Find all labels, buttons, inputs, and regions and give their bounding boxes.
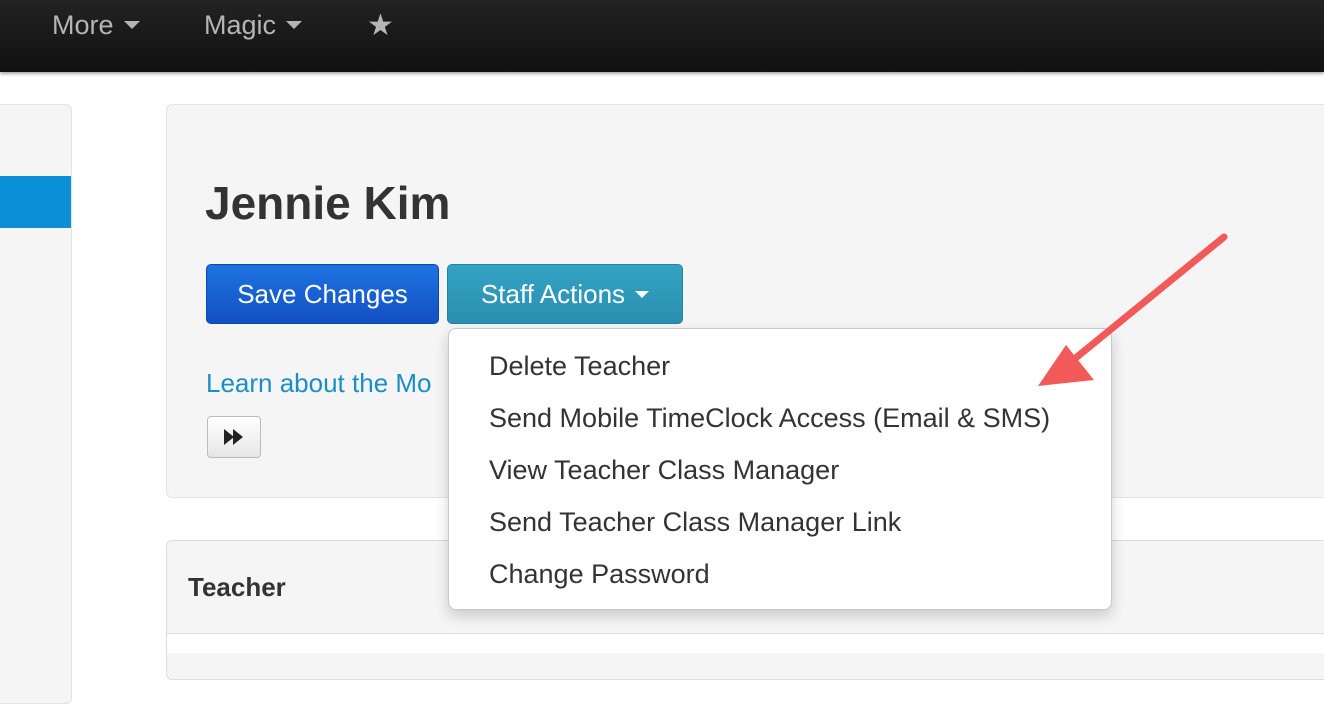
page-title: Jennie Kim <box>205 177 451 229</box>
nav-more-menu[interactable]: More <box>52 0 140 50</box>
star-icon[interactable]: ★ <box>367 0 394 50</box>
nav-magic-menu[interactable]: Magic <box>204 0 303 50</box>
menu-item-send-class-manager-link[interactable]: Send Teacher Class Manager Link <box>489 507 901 538</box>
fast-forward-icon <box>224 429 243 445</box>
menu-item-delete-teacher[interactable]: Delete Teacher <box>489 351 670 382</box>
nav-more-label: More <box>52 9 114 40</box>
top-navbar: More Magic ★ <box>0 0 1324 72</box>
caret-down-icon <box>286 21 303 29</box>
fast-forward-button[interactable] <box>207 416 261 458</box>
teacher-section-heading: Teacher <box>188 572 286 602</box>
save-changes-label: Save Changes <box>237 278 408 309</box>
menu-item-change-password[interactable]: Change Password <box>489 559 710 590</box>
menu-item-view-class-manager[interactable]: View Teacher Class Manager <box>489 455 839 486</box>
staff-actions-dropdown: Delete Teacher Send Mobile TimeClock Acc… <box>448 328 1112 610</box>
sidebar-active-item[interactable] <box>0 176 71 228</box>
staff-actions-label: Staff Actions <box>480 278 626 309</box>
star-glyph: ★ <box>367 8 394 42</box>
nav-magic-label: Magic <box>204 9 277 40</box>
teacher-panel-body <box>167 633 1324 653</box>
save-changes-button[interactable]: Save Changes <box>206 264 439 324</box>
staff-actions-button[interactable]: Staff Actions <box>447 264 683 324</box>
learn-more-link[interactable]: Learn about the Mo <box>206 368 450 399</box>
caret-down-icon <box>635 290 650 298</box>
menu-item-send-timeclock-access[interactable]: Send Mobile TimeClock Access (Email & SM… <box>489 403 1050 434</box>
caret-down-icon <box>123 21 140 29</box>
